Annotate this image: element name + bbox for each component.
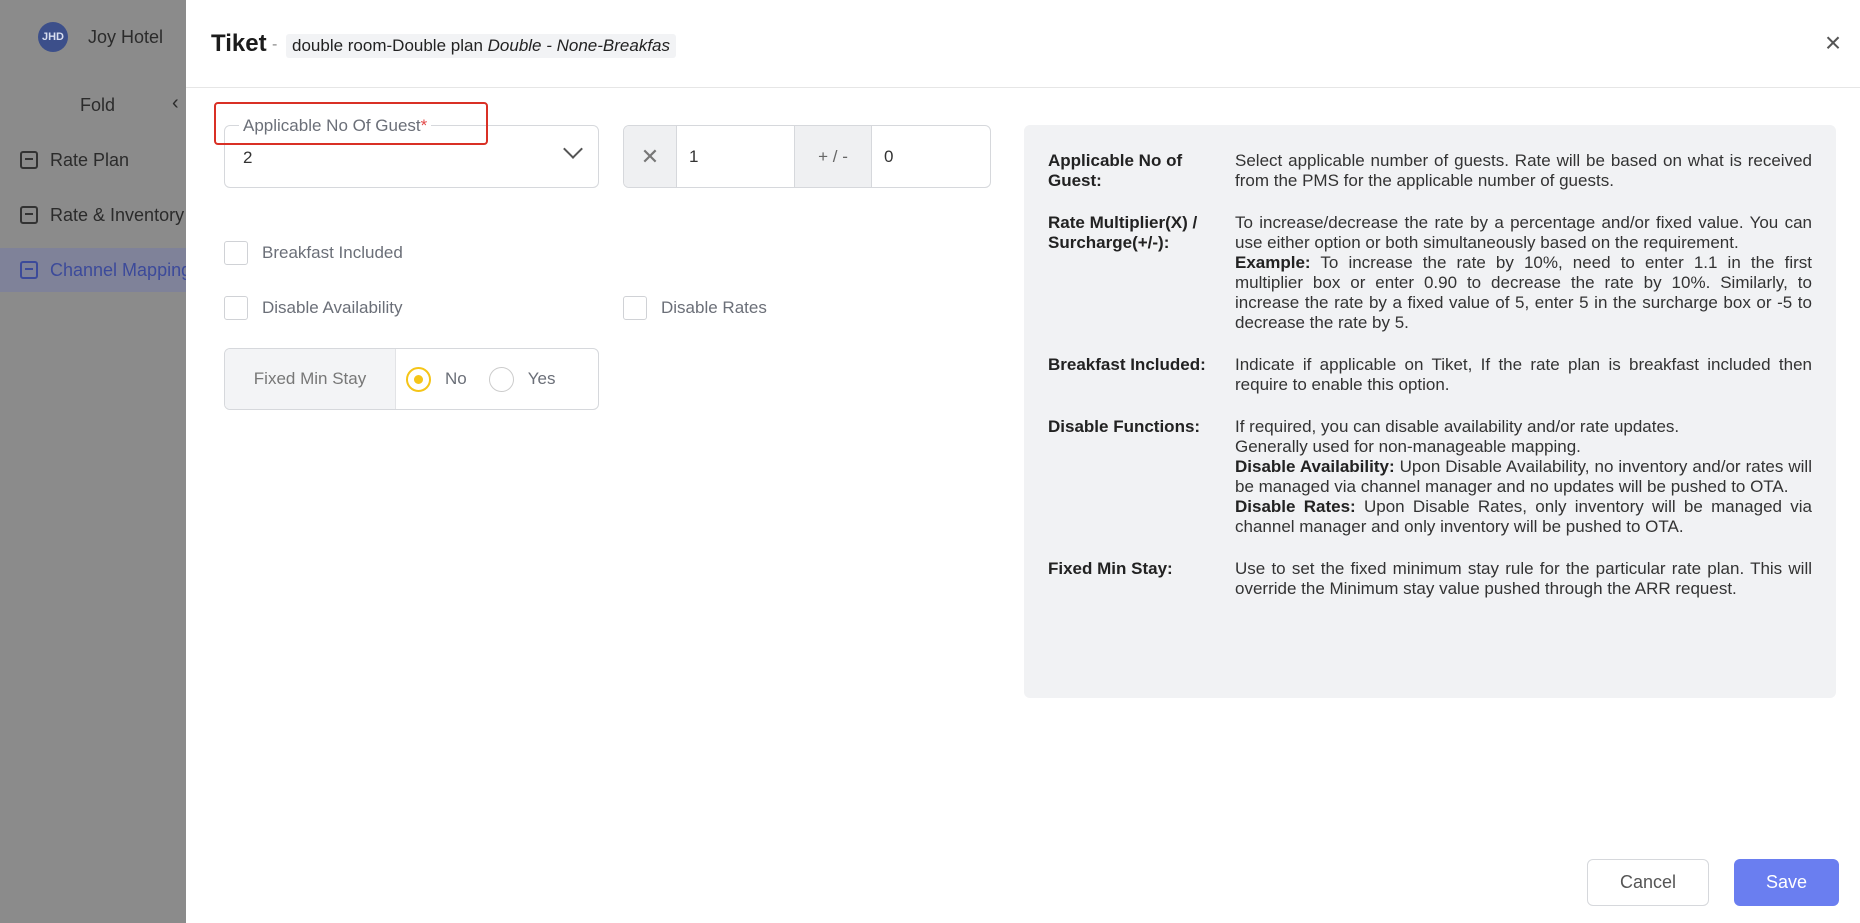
checkbox-box[interactable]	[224, 296, 248, 320]
help-desc: To increase/decrease the rate by a perce…	[1235, 213, 1812, 332]
room-plan-detail: Double - None-Breakfas	[487, 36, 671, 55]
help-panel: Applicable No of Guest: Select applicabl…	[1024, 125, 1836, 698]
hotel-name: Joy Hotel	[88, 26, 164, 47]
min-stay-yes-radio[interactable]: Yes	[488, 349, 556, 409]
mapping-modal: Tiket - double room-Double plan Double -…	[186, 0, 1860, 923]
fixed-min-stay-group: Fixed Min Stay No Yes	[224, 348, 599, 410]
hotel-logo-icon: JHD	[38, 22, 68, 52]
help-row-rate: Rate Multiplier(X) / Surcharge(+/-): To …	[1048, 213, 1812, 333]
sidebar-item-channel-mapping[interactable]: Channel Mapping	[0, 248, 186, 292]
surcharge-symbol: + / -	[795, 126, 872, 187]
room-plan-name: double room-Double plan	[292, 36, 483, 55]
help-term: Applicable No of Guest:	[1048, 151, 1183, 190]
rate-adjust-group: ✕ 1 + / - 0	[623, 125, 991, 188]
help-row-breakfast: Breakfast Included: Indicate if applicab…	[1048, 355, 1812, 395]
multiplier-input[interactable]: 1	[677, 126, 795, 187]
help-desc: Select applicable number of guests. Rate…	[1235, 151, 1812, 190]
rate-inventory-icon	[20, 206, 38, 224]
help-row-guest: Applicable No of Guest: Select applicabl…	[1048, 151, 1812, 191]
surcharge-input[interactable]: 0	[872, 126, 990, 187]
radio-label: No	[445, 369, 467, 388]
close-icon[interactable]: ×	[1820, 29, 1846, 57]
sidebar-item-rate-plan[interactable]: Rate Plan	[0, 138, 186, 182]
fixed-min-stay-label: Fixed Min Stay	[225, 349, 396, 409]
multiply-icon: ✕	[624, 126, 677, 187]
breakfast-included-checkbox[interactable]: Breakfast Included	[224, 241, 403, 265]
help-term: Breakfast Included:	[1048, 355, 1206, 374]
sidebar-item-label: Rate Plan	[50, 149, 130, 170]
chevron-left-icon[interactable]: ‹	[172, 92, 179, 115]
sidebar-item-label: Channel Mapping	[50, 259, 186, 280]
sidebar-item-label: Rate & Inventory	[50, 204, 185, 225]
help-desc: Indicate if applicable on Tiket, If the …	[1235, 355, 1812, 394]
checkbox-label: Disable Rates	[661, 298, 767, 317]
fold-label[interactable]: Fold	[80, 95, 115, 116]
min-stay-no-radio[interactable]: No	[406, 349, 467, 409]
help-term: Disable Functions:	[1048, 417, 1201, 436]
sidebar: JHD Joy Hotel Fold ‹ Rate Plan Rate & In…	[0, 0, 186, 923]
sidebar-item-rate-inventory[interactable]: Rate & Inventory	[0, 193, 186, 237]
channel-mapping-icon	[20, 261, 38, 279]
help-term: Fixed Min Stay:	[1048, 559, 1173, 578]
cancel-button[interactable]: Cancel	[1587, 859, 1709, 906]
example-label: Example:	[1235, 253, 1311, 272]
save-button[interactable]: Save	[1734, 859, 1839, 906]
disable-rates-checkbox[interactable]: Disable Rates	[623, 296, 767, 320]
title-separator: -	[272, 36, 278, 53]
checkbox-box[interactable]	[623, 296, 647, 320]
checkbox-label: Breakfast Included	[262, 243, 403, 262]
chevron-down-icon	[563, 139, 583, 159]
rate-plan-icon	[20, 151, 38, 169]
guest-count-value: 2	[243, 148, 253, 167]
channel-title: Tiket	[211, 30, 267, 57]
disable-rates-term: Disable Rates:	[1235, 497, 1356, 516]
disable-availability-checkbox[interactable]: Disable Availability	[224, 296, 402, 320]
radio-dot[interactable]	[488, 366, 514, 392]
help-desc: If required, you can disable availabilit…	[1235, 417, 1812, 536]
help-term: Rate Multiplier(X) / Surcharge(+/-):	[1048, 213, 1198, 252]
room-plan-tag: double room-Double plan Double - None-Br…	[286, 34, 677, 58]
checkbox-box[interactable]	[224, 241, 248, 265]
focus-highlight	[214, 102, 488, 145]
help-row-disable: Disable Functions: If required, you can …	[1048, 417, 1812, 537]
disable-availability-term: Disable Availability:	[1235, 457, 1395, 476]
help-desc: Use to set the fixed minimum stay rule f…	[1235, 559, 1812, 598]
brand: JHD Joy Hotel	[38, 22, 163, 52]
radio-label: Yes	[527, 369, 556, 388]
help-row-minstay: Fixed Min Stay: Use to set the fixed min…	[1048, 559, 1812, 599]
radio-dot[interactable]	[406, 366, 431, 392]
modal-header: Tiket - double room-Double plan Double -…	[186, 0, 1860, 88]
checkbox-label: Disable Availability	[262, 298, 403, 317]
